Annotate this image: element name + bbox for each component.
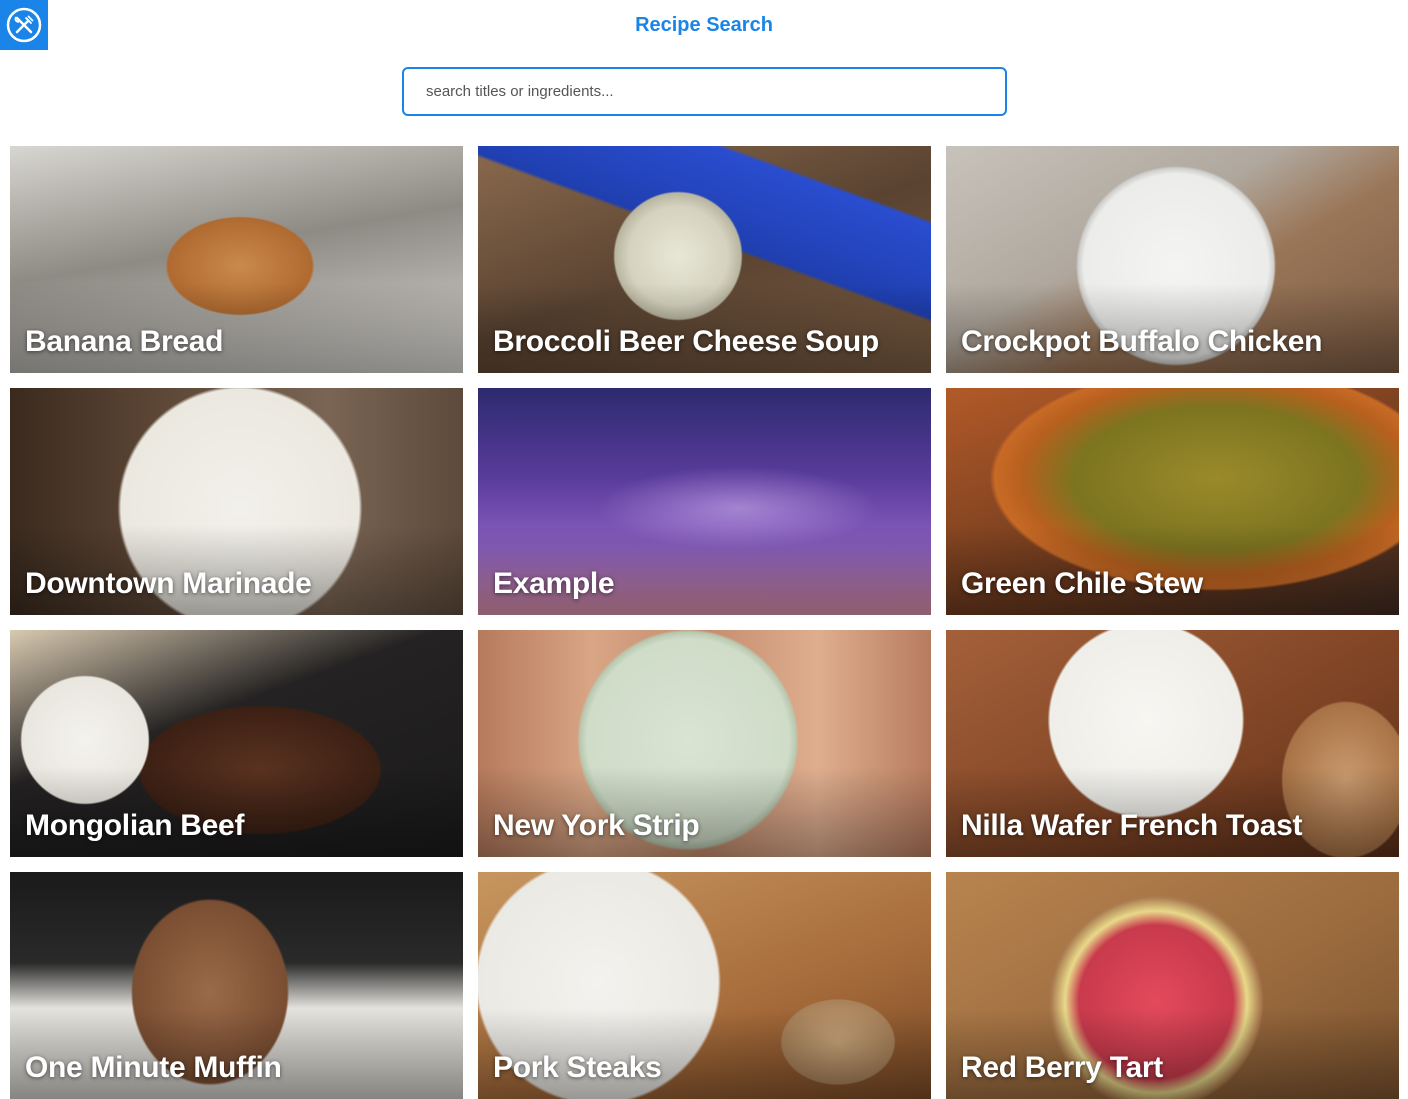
recipe-card[interactable]: New York Strip <box>478 630 931 857</box>
recipe-title: Example <box>493 567 615 600</box>
recipe-card[interactable]: Banana Bread <box>10 146 463 373</box>
recipe-title: Broccoli Beer Cheese Soup <box>493 325 879 358</box>
recipe-card[interactable]: Crockpot Buffalo Chicken <box>946 146 1399 373</box>
recipe-card[interactable]: Green Chile Stew <box>946 388 1399 615</box>
recipe-title: Banana Bread <box>25 325 224 358</box>
search-input[interactable] <box>402 67 1007 116</box>
recipe-grid: Banana Bread Broccoli Beer Cheese Soup C… <box>10 146 1399 1099</box>
recipe-title: Nilla Wafer French Toast <box>961 809 1303 842</box>
recipe-title: Crockpot Buffalo Chicken <box>961 325 1323 358</box>
recipe-card[interactable]: Red Berry Tart <box>946 872 1399 1099</box>
recipe-card[interactable]: Downtown Marinade <box>10 388 463 615</box>
recipe-title: Mongolian Beef <box>25 809 245 842</box>
recipe-card[interactable]: Mongolian Beef <box>10 630 463 857</box>
recipe-card[interactable]: Nilla Wafer French Toast <box>946 630 1399 857</box>
recipe-card[interactable]: Broccoli Beer Cheese Soup <box>478 146 931 373</box>
recipe-card[interactable]: Example <box>478 388 931 615</box>
search-bar <box>402 67 1007 116</box>
recipe-card[interactable]: One Minute Muffin <box>10 872 463 1099</box>
recipe-card[interactable]: Pork Steaks <box>478 872 931 1099</box>
recipe-title: Green Chile Stew <box>961 567 1203 600</box>
recipe-title: Downtown Marinade <box>25 567 312 600</box>
recipe-title: New York Strip <box>493 809 700 842</box>
page-title: Recipe Search <box>635 14 773 36</box>
